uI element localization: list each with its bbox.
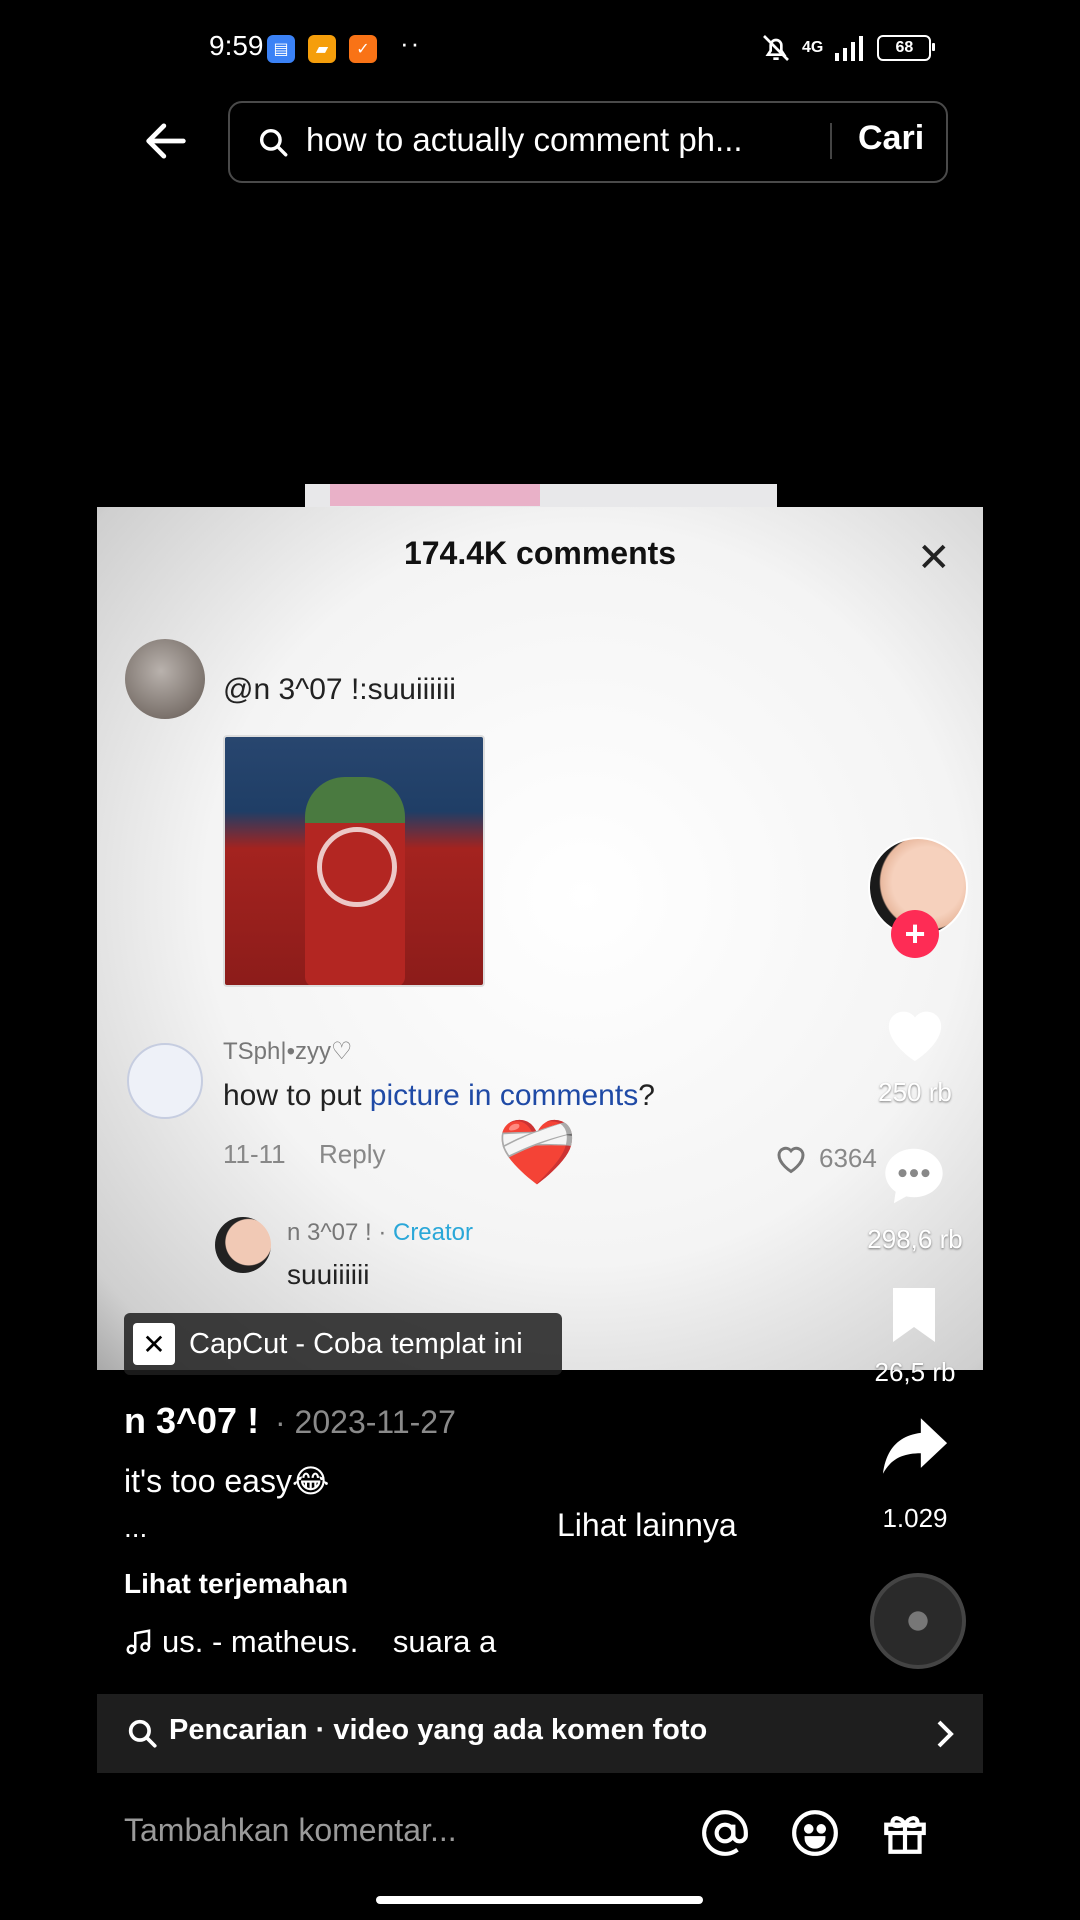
status-right-icons: 4G 68 (760, 32, 936, 64)
comment-count: 298,6 rb (867, 1224, 963, 1254)
emoji-icon (792, 1810, 838, 1856)
bookmark-icon (893, 1288, 935, 1342)
like-count: 250 rb (878, 1077, 952, 1107)
more-notifications-dots: ·· (400, 28, 422, 58)
chat-app-icon: ▰ (308, 35, 336, 63)
comment2-text-pre: how to put (223, 1079, 370, 1112)
message-app-icon: ▤ (267, 35, 295, 63)
capcut-label: CapCut - Coba templat ini (189, 1327, 523, 1360)
bandaged-heart-emoji: ❤️‍🩹 (497, 1116, 577, 1188)
silent-bell-icon (763, 35, 789, 61)
comment-bubble-icon (885, 1148, 943, 1204)
chevron-right-icon (937, 1720, 954, 1748)
like-button[interactable] (880, 1000, 950, 1069)
comment2-link: picture in comments (369, 1079, 639, 1112)
save-button[interactable] (887, 1285, 941, 1350)
music-title: us. - matheus. suara a (162, 1624, 497, 1659)
creator-reply-sep: · (371, 1219, 393, 1246)
video-comment2-text: how to put picture in comments? (223, 1079, 655, 1113)
search-bar[interactable]: how to actually comment ph... Cari (228, 101, 948, 183)
video-comment2-date: 11-11 (223, 1139, 286, 1169)
music-disc-button[interactable] (870, 1573, 966, 1669)
search-icon (259, 128, 288, 157)
related-search-label: Pencarian · video yang ada komen foto (169, 1714, 708, 1746)
notification-icons: ▤ ▰ ✓ (267, 35, 377, 63)
related-search-bar[interactable]: Pencarian · video yang ada komen foto (97, 1694, 983, 1773)
share-button[interactable] (880, 1415, 950, 1482)
back-button[interactable] (140, 115, 192, 167)
at-sign-icon (702, 1810, 748, 1856)
video-like-icon (777, 1146, 805, 1174)
shopping-app-icon: ✓ (349, 35, 377, 63)
video-comment2-user: TSph|•zyy♡ (223, 1038, 353, 1065)
video-comment-text: @n 3^07 !:suuiiiiii (223, 673, 456, 706)
video-comment2-likes: 6364 (819, 1143, 877, 1173)
gift-icon (884, 1816, 926, 1854)
share-count: 1.029 (882, 1503, 948, 1533)
capcut-logo-icon: ✕ (133, 1323, 175, 1365)
emoji-button[interactable] (790, 1808, 840, 1863)
gift-button[interactable] (880, 1808, 930, 1863)
video-comment2-reply: Reply (319, 1139, 386, 1169)
battery-indicator: 68 (877, 35, 936, 61)
comment-input[interactable]: Tambahkan komentar... (124, 1812, 457, 1849)
signal-icon (835, 36, 864, 61)
music-note-icon (126, 1629, 151, 1655)
video-commenter-avatar (125, 639, 205, 719)
loading-ring-icon (317, 827, 397, 907)
network-type: 4G (802, 39, 824, 56)
status-time: 9:59 (209, 30, 264, 61)
arrow-left-icon (146, 123, 186, 159)
comment-button[interactable] (879, 1143, 949, 1214)
video-creator-reply-user: n 3^07 ! · Creator (287, 1219, 473, 1247)
save-count: 26,5 rb (874, 1357, 956, 1387)
post-caption: it's too easy😂 (124, 1463, 330, 1499)
music-link[interactable]: us. - matheus. suara a (124, 1624, 496, 1660)
heart-icon (888, 1011, 942, 1062)
see-more-link[interactable]: Lihat lainnya (557, 1507, 737, 1544)
creator-badge: Creator (392, 1219, 474, 1246)
video-comment-photo (223, 735, 485, 987)
search-input[interactable]: how to actually comment ph... (306, 121, 806, 159)
search-submit-button[interactable]: Cari (858, 119, 924, 158)
comment2-text-post: ? (638, 1079, 655, 1112)
video-creator-reply-text: suuiiiiii (287, 1259, 370, 1290)
post-author[interactable]: n 3^07 ! (124, 1400, 259, 1442)
follow-plus-button[interactable]: + (891, 910, 939, 958)
home-indicator (376, 1896, 703, 1904)
capcut-template-banner[interactable]: ✕ CapCut - Coba templat ini (124, 1313, 562, 1375)
video-reply-avatar (127, 1043, 203, 1119)
post-date: · 2023-11-27 (275, 1404, 456, 1440)
caption-ellipsis: ... (124, 1512, 148, 1543)
video-comments-count: 174.4K comments (403, 535, 677, 571)
related-search-icon (128, 1719, 157, 1748)
video-top-pink-strip (330, 484, 540, 506)
see-translation-link[interactable]: Lihat terjemahan (124, 1568, 348, 1600)
creator-reply-name: n 3^07 ! (287, 1219, 372, 1246)
video-close-icon: ✕ (917, 536, 951, 580)
mention-button[interactable] (700, 1808, 750, 1863)
search-divider (830, 123, 832, 159)
share-arrow-icon (882, 1418, 948, 1474)
video-creator-reply-avatar (215, 1217, 271, 1273)
